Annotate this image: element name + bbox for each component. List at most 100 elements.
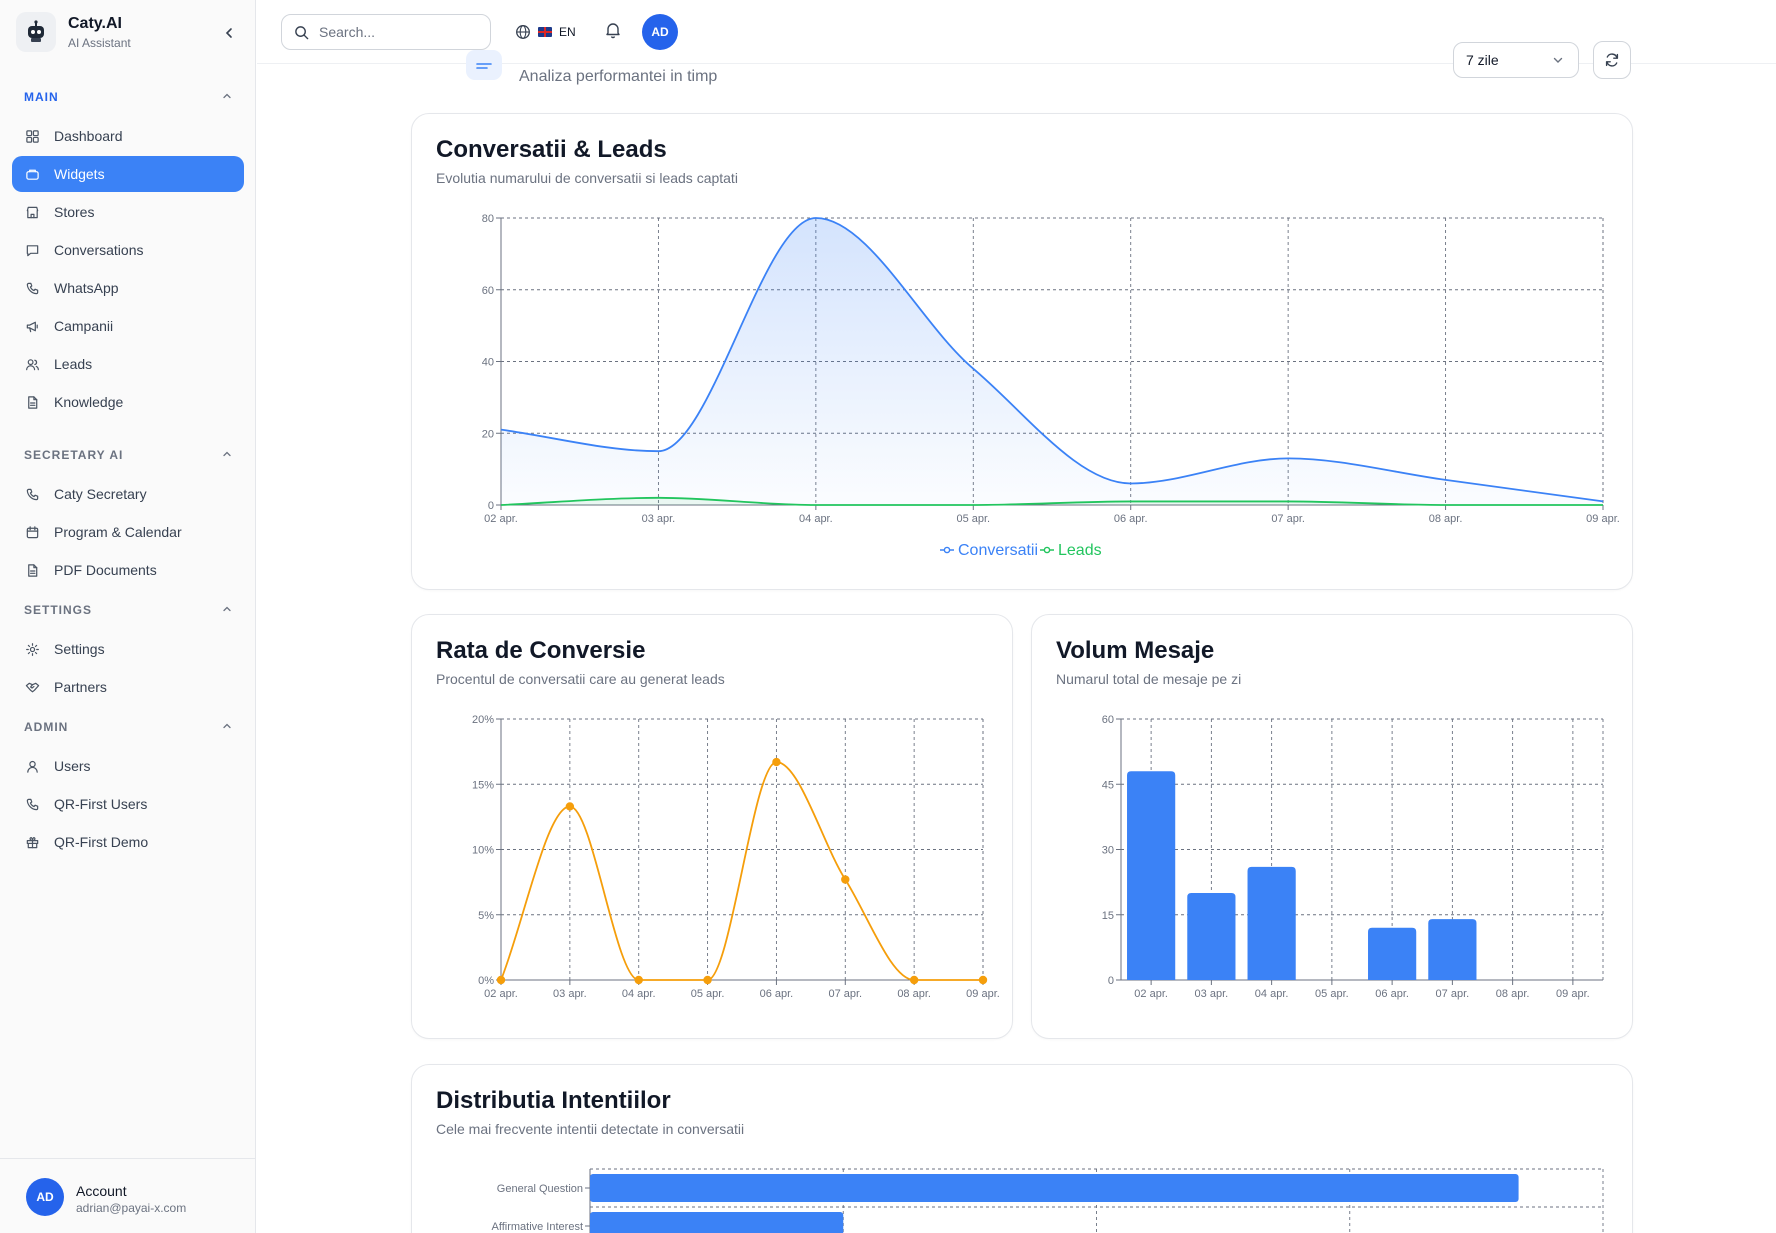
chevron-up-icon[interactable] — [222, 446, 232, 464]
category-label: General Question — [497, 1183, 583, 1195]
x-tick-label: 05 apr. — [1315, 988, 1349, 1000]
section-header[interactable]: SECRETARY AI — [12, 436, 244, 474]
section-title: SETTINGS — [24, 603, 93, 617]
section-header[interactable]: MAIN — [12, 78, 244, 116]
x-tick-label: 05 apr. — [691, 988, 725, 1000]
data-point — [703, 975, 712, 985]
section-header[interactable]: ADMIN — [12, 708, 244, 746]
sidebar-item-label: Partners — [54, 679, 107, 695]
sidebar-item-label: PDF Documents — [54, 562, 157, 578]
data-point — [496, 975, 506, 985]
brand-subtitle: AI Assistant — [68, 36, 131, 50]
search-input[interactable] — [319, 24, 469, 40]
y-tick-label: 0% — [478, 975, 494, 987]
y-tick-label: 45 — [1102, 779, 1114, 791]
sidebar-item-partners[interactable]: Partners — [12, 669, 244, 705]
phone-icon — [24, 486, 40, 502]
data-point — [772, 757, 781, 767]
y-tick-label: 0 — [488, 500, 494, 512]
sidebar-item-label: Caty Secretary — [54, 486, 147, 502]
chevron-up-icon[interactable] — [222, 601, 232, 619]
conversion-rate-chart: 0% 5% 10% 15% 20% 02 apr. 03 apr. 04 apr. 05 apr… — [472, 714, 1000, 1000]
period-value: 7 zile — [1466, 52, 1499, 68]
sidebar-item-users[interactable]: Users — [12, 748, 244, 784]
sidebar-item-label: Dashboard — [54, 128, 123, 144]
sidebar-item-pdf-documents[interactable]: PDF Documents — [12, 552, 244, 588]
x-tick-label: 04 apr. — [622, 988, 656, 1000]
x-tick-label: 08 apr. — [897, 988, 931, 1000]
x-tick-label: 03 apr. — [642, 513, 676, 525]
y-tick-label: 30 — [1102, 845, 1114, 857]
y-tick-label: 60 — [482, 285, 494, 297]
bar — [1187, 893, 1236, 980]
data-point — [978, 975, 988, 985]
search-box[interactable] — [281, 14, 491, 50]
sidebar-item-qr-first-users[interactable]: QR-First Users — [12, 786, 244, 822]
conversations-leads-card: Conversatii & Leads Evolutia numarului d… — [411, 113, 1633, 590]
language-switcher[interactable]: EN — [515, 20, 576, 44]
search-icon — [295, 25, 309, 39]
nav-section-main: MAIN Dashboard Widgets Stores Conversations W… — [12, 78, 244, 422]
section-header[interactable]: SETTINGS — [12, 591, 244, 629]
sidebar-item-stores[interactable]: Stores — [12, 194, 244, 230]
sidebar-item-label: QR-First Users — [54, 796, 148, 812]
sidebar-item-knowledge[interactable]: Knowledge — [12, 384, 244, 420]
bar — [590, 1174, 1519, 1202]
notifications-button[interactable] — [605, 21, 621, 44]
user-icon — [24, 758, 40, 774]
data-point — [909, 975, 919, 985]
phone-icon — [24, 796, 40, 812]
brand[interactable]: Caty.AI AI Assistant — [16, 12, 240, 54]
chevron-up-icon[interactable] — [222, 88, 232, 106]
users-icon — [24, 356, 40, 372]
sidebar-item-caty-secretary[interactable]: Caty Secretary — [12, 476, 244, 512]
gift-icon — [24, 834, 40, 850]
sidebar-item-campanii[interactable]: Campanii — [12, 308, 244, 344]
nav-section-settings: SETTINGS Settings Partners — [12, 591, 244, 707]
widget-icon — [24, 166, 40, 182]
x-tick-label: 02 apr. — [1134, 988, 1168, 1000]
x-tick-label: 07 apr. — [1271, 513, 1305, 525]
chevron-down-icon — [1553, 57, 1563, 63]
account-name: Account — [76, 1183, 127, 1199]
data-point — [565, 802, 575, 811]
chevron-up-icon[interactable] — [222, 718, 232, 736]
refresh-icon — [1605, 53, 1619, 67]
sidebar-item-settings[interactable]: Settings — [12, 631, 244, 667]
account-panel[interactable]: AD Account adrian@payai-x.com — [0, 1158, 256, 1233]
sidebar-item-program-calendar[interactable]: Program & Calendar — [12, 514, 244, 550]
refresh-button[interactable] — [1593, 41, 1631, 79]
y-tick-label: 20 — [482, 428, 494, 440]
sidebar-item-conversations[interactable]: Conversations — [12, 232, 244, 268]
x-tick-label: 09 apr. — [1586, 513, 1620, 525]
sidebar-item-label: Knowledge — [54, 394, 124, 410]
y-tick-label: 15% — [472, 779, 494, 791]
x-tick-label: 08 apr. — [1429, 513, 1463, 525]
calendar-icon — [24, 524, 40, 540]
intent-distribution-card: Distributia Intentiilor Cele mai frecven… — [411, 1064, 1633, 1233]
data-point — [634, 975, 643, 985]
x-tick-label: 02 apr. — [484, 988, 518, 1000]
account-email: adrian@payai-x.com — [76, 1201, 187, 1215]
x-tick-label: 04 apr. — [799, 513, 833, 525]
sidebar: Caty.AI AI Assistant MAIN Dashboard Widget… — [0, 0, 256, 1233]
sidebar-item-whatsapp[interactable]: WhatsApp — [12, 270, 244, 306]
x-tick-label: 06 apr. — [1375, 988, 1409, 1000]
sidebar-item-label: Leads — [54, 356, 93, 372]
globe-icon — [516, 25, 530, 39]
sidebar-item-leads[interactable]: Leads — [12, 346, 244, 382]
sidebar-item-qr-first-demo[interactable]: QR-First Demo — [12, 824, 244, 860]
user-avatar-button[interactable]: AD — [642, 14, 678, 50]
bar — [1127, 771, 1176, 980]
megaphone-icon — [24, 318, 40, 334]
sidebar-item-label: WhatsApp — [54, 280, 119, 296]
sidebar-item-widgets[interactable]: Widgets — [12, 156, 244, 192]
avatar[interactable]: AD — [26, 1178, 64, 1216]
period-select[interactable]: 7 zile — [1453, 42, 1579, 78]
legend-conversatii-label: Conversatii — [958, 542, 1038, 559]
bar — [1247, 866, 1296, 980]
handshake-icon — [24, 679, 40, 695]
collapse-sidebar-button[interactable] — [218, 22, 240, 44]
chat-icon — [24, 242, 40, 258]
sidebar-item-dashboard[interactable]: Dashboard — [12, 118, 244, 154]
